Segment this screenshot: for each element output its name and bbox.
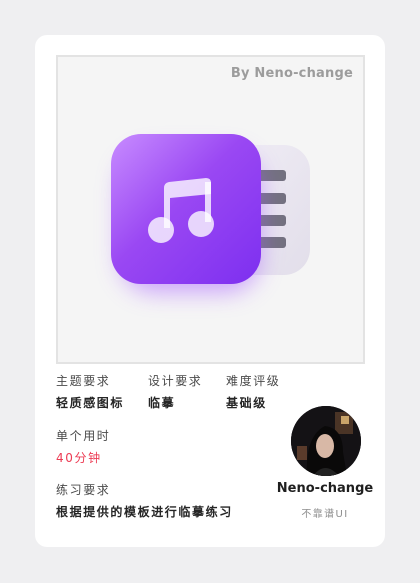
- music-folder-icon: [111, 134, 310, 292]
- practice-value: 根据提供的模板进行临摹练习: [56, 505, 233, 519]
- time-label: 单个用时: [56, 429, 111, 443]
- theme-label: 主题要求: [56, 374, 111, 388]
- practice-label: 练习要求: [56, 483, 111, 497]
- avatar-image: [291, 406, 361, 476]
- author-name: Neno-change: [276, 481, 374, 496]
- author-subtitle: 不靠谱UI: [301, 509, 349, 520]
- design-value: 临摹: [148, 396, 176, 410]
- theme-value: 轻质感图标: [56, 396, 125, 410]
- avatar[interactable]: [291, 406, 361, 476]
- difficulty-value: 基础级: [226, 396, 267, 410]
- design-label: 设计要求: [148, 374, 203, 388]
- difficulty-label: 难度评级: [226, 374, 281, 388]
- icon-preview-frame: By Neno-change: [56, 55, 365, 364]
- time-value: 40分钟: [56, 451, 102, 465]
- main-card-shape: [111, 134, 261, 284]
- design-card: By Neno-change 主题要求 轻质感图标 设计要求 临摹 难度评级 基…: [35, 35, 385, 547]
